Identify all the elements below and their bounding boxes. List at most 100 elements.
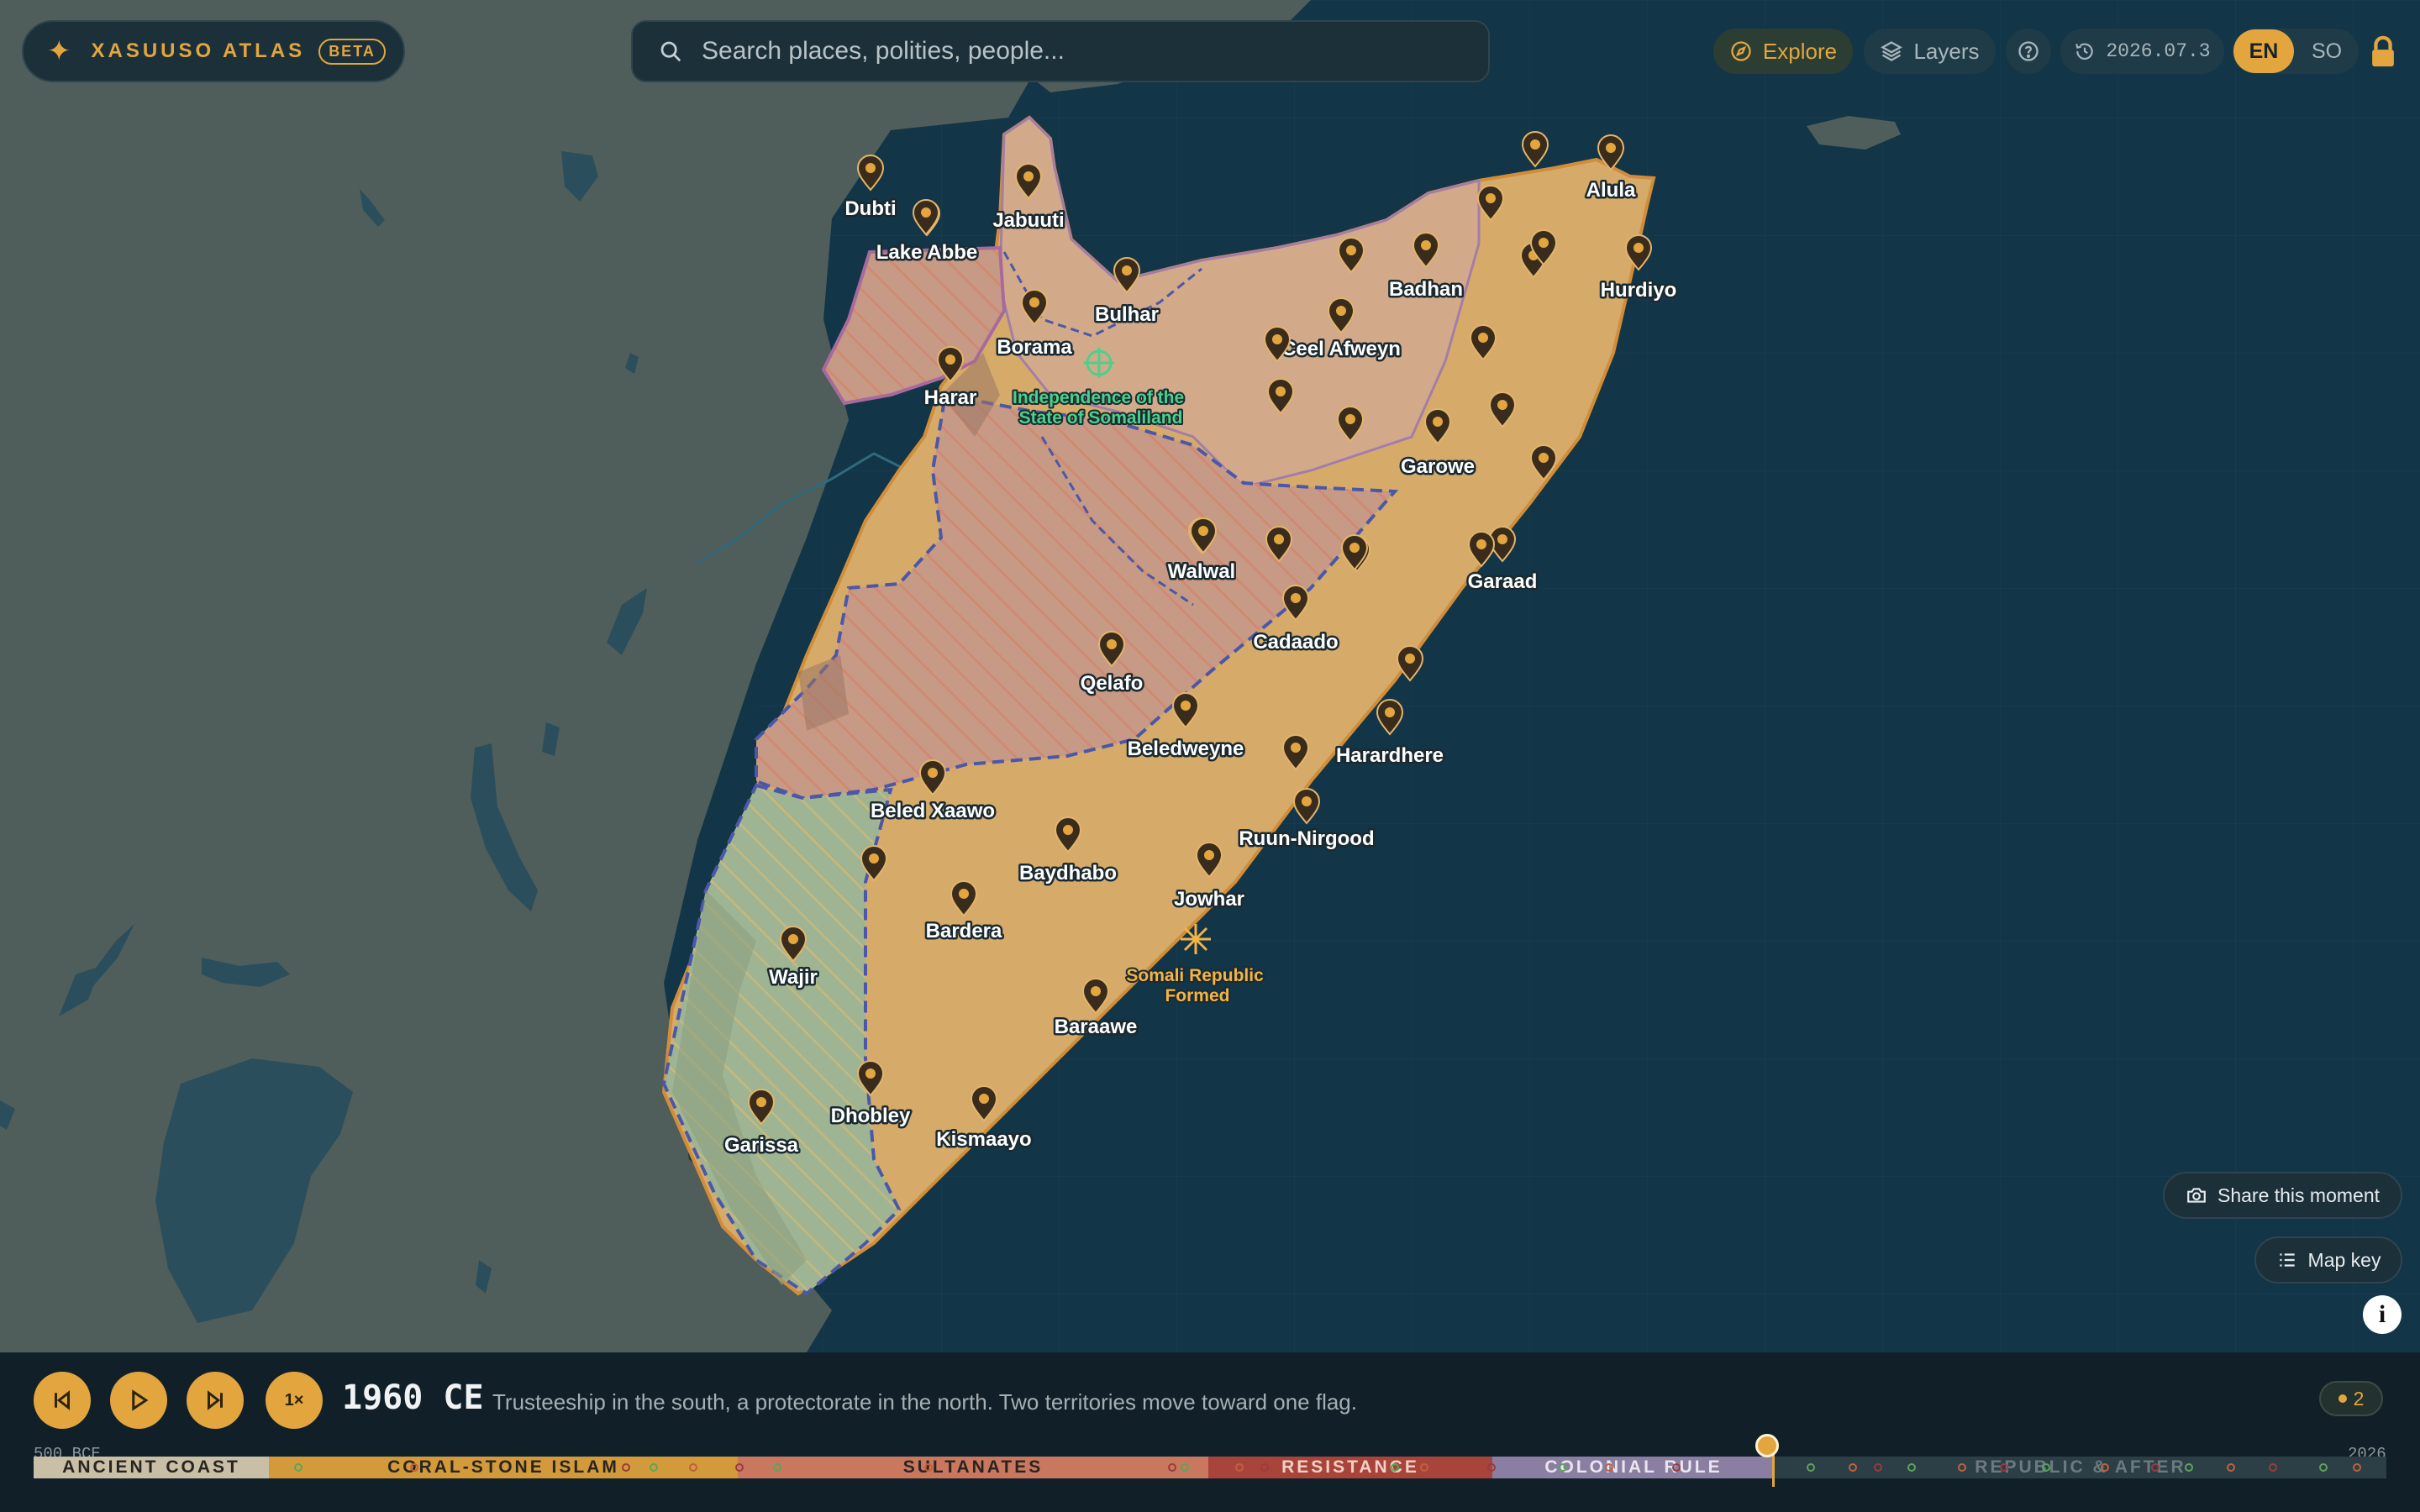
version-button[interactable]: 2026.07.3 — [2060, 29, 2224, 74]
place-label[interactable]: Beledweyne — [1125, 736, 1246, 763]
timeline-event-dot[interactable] — [2319, 1463, 2328, 1472]
place-label[interactable]: Beled Xaawo — [868, 798, 997, 825]
timeline-event-dot[interactable] — [410, 1463, 418, 1472]
place-label[interactable]: Ceel Afweyn — [1280, 336, 1403, 363]
help-button[interactable] — [2006, 29, 2051, 74]
timeline-event-dot[interactable] — [924, 1463, 933, 1472]
place-label[interactable]: Lake Abbe — [874, 239, 979, 266]
timeline-playhead[interactable] — [1755, 1434, 1779, 1457]
map-key-button[interactable]: Map key — [2254, 1236, 2402, 1284]
speed-button[interactable]: 1× — [266, 1372, 323, 1429]
timeline-era-segment[interactable]: REPUBLIC & AFTER — [1775, 1457, 2386, 1478]
compass-icon — [1731, 41, 1751, 61]
timeline-event-dot[interactable] — [735, 1463, 744, 1472]
timeline-event-dot[interactable] — [1235, 1463, 1244, 1472]
app-name: XASUUSO ATLAS — [91, 39, 306, 62]
search-bar[interactable] — [631, 20, 1490, 82]
timeline-event-dot[interactable] — [650, 1463, 658, 1472]
timeline-event-dot[interactable] — [1487, 1463, 1496, 1472]
timeline-event-dot[interactable] — [1907, 1463, 1916, 1472]
timeline-era-segment[interactable]: SULTANATES — [738, 1457, 1208, 1478]
place-label[interactable]: Dubti — [843, 196, 898, 223]
place-label[interactable]: Cadaado — [1251, 629, 1340, 656]
timeline-event-dot[interactable] — [1420, 1463, 1428, 1472]
event-label-somaliland: Independence of the State of Somaliland — [1013, 388, 1189, 428]
place-label[interactable]: Garissa — [722, 1132, 801, 1159]
place-label[interactable]: Borama — [995, 334, 1075, 361]
historical-map[interactable]: Independence of the State of Somaliland … — [0, 0, 2420, 1352]
timeline-event-dot[interactable] — [1260, 1463, 1269, 1472]
place-label[interactable]: Bardera — [923, 918, 1004, 945]
place-label[interactable]: Jabuuti — [991, 207, 1066, 234]
place-label[interactable]: Ruun-Nirgood — [1237, 826, 1376, 853]
timeline-event-dot[interactable] — [2185, 1463, 2193, 1472]
language-so-button[interactable]: SO — [2301, 29, 2353, 73]
timeline-event-dot[interactable] — [2101, 1463, 2109, 1472]
timeline-era-segment[interactable]: CORAL-STONE ISLAM — [269, 1457, 738, 1478]
timeline-event-dot[interactable] — [2151, 1463, 2160, 1472]
timeline-event-dot[interactable] — [1874, 1463, 1882, 1472]
place-label[interactable]: Harardhere — [1334, 743, 1445, 769]
timeline-event-dot[interactable] — [2000, 1463, 2008, 1472]
layers-button[interactable]: Layers — [1864, 29, 1996, 74]
play-button[interactable] — [110, 1372, 167, 1429]
place-label[interactable]: Jowhar — [1171, 886, 1246, 913]
map-key-label: Map key — [2307, 1248, 2381, 1271]
timeline-panel — [0, 1352, 2420, 1512]
place-label[interactable]: Kismaayo — [934, 1126, 1034, 1153]
timeline-event-dot[interactable] — [689, 1463, 697, 1472]
place-label[interactable]: Garowe — [1398, 454, 1476, 480]
era-caption: Trusteeship in the south, a protectorate… — [492, 1389, 1357, 1415]
timeline-event-dot[interactable] — [1807, 1463, 1815, 1472]
place-label[interactable]: Walwal — [1165, 559, 1237, 585]
language-en-button[interactable]: EN — [2233, 29, 2294, 73]
skip-back-icon — [55, 1390, 70, 1410]
place-label[interactable]: Hurdiyo — [1598, 277, 1679, 304]
lock-icon[interactable] — [2368, 35, 2398, 69]
timeline-event-dot[interactable] — [1559, 1463, 1567, 1472]
share-button[interactable]: Share this moment — [2163, 1172, 2402, 1219]
place-label[interactable]: Qelafo — [1078, 670, 1145, 697]
layers-icon — [1881, 41, 1903, 61]
events-badge[interactable]: 2 — [2319, 1381, 2383, 1416]
explore-button[interactable]: Explore — [1713, 29, 1853, 74]
timeline-era-segment[interactable]: ANCIENT COAST — [34, 1457, 269, 1478]
place-label[interactable]: Garaad — [1465, 569, 1539, 596]
place-label[interactable]: Dhobley — [829, 1103, 913, 1130]
timeline-event-dot[interactable] — [1391, 1463, 1399, 1472]
brand-badge[interactable]: ✦ XASUUSO ATLAS BETA — [22, 20, 405, 82]
play-icon — [132, 1389, 149, 1411]
timeline-event-dot[interactable] — [1605, 1463, 1613, 1472]
timeline-event-dot[interactable] — [1672, 1463, 1681, 1472]
timeline-event-dot[interactable] — [2269, 1463, 2277, 1472]
timeline-era-segment[interactable]: COLONIAL RULE — [1492, 1457, 1775, 1478]
skip-forward-button[interactable] — [187, 1372, 244, 1429]
place-label[interactable]: Wajir — [767, 964, 820, 991]
question-circle-icon — [2018, 41, 2039, 61]
timeline-event-dot[interactable] — [1849, 1463, 1857, 1472]
timeline-event-dot[interactable] — [1168, 1463, 1176, 1472]
place-label[interactable]: Alula — [1584, 177, 1638, 204]
timeline-era-segment[interactable]: RESISTANCE — [1208, 1457, 1492, 1478]
timeline-event-dot[interactable] — [2042, 1463, 2050, 1472]
timeline-event-dot[interactable] — [294, 1463, 302, 1472]
sparkle-icon: ✦ — [47, 35, 71, 67]
place-label[interactable]: Badhan — [1386, 276, 1465, 303]
timeline-event-dot[interactable] — [2227, 1463, 2235, 1472]
event-marker-republic[interactable] — [1181, 924, 1211, 954]
timeline-event-dot[interactable] — [1958, 1463, 1966, 1472]
camera-icon — [2187, 1188, 2206, 1203]
place-label[interactable]: Baydhabo — [1017, 860, 1118, 887]
place-label[interactable]: Harar — [922, 385, 979, 412]
search-input[interactable] — [702, 37, 1458, 66]
info-button[interactable]: i — [2363, 1295, 2402, 1334]
timeline-event-dot[interactable] — [1181, 1463, 1189, 1472]
timeline-event-dot[interactable] — [773, 1463, 781, 1472]
place-label[interactable]: Bulhar — [1092, 302, 1160, 328]
timeline-event-dot[interactable] — [622, 1463, 630, 1472]
skip-back-button[interactable] — [34, 1372, 91, 1429]
layers-label: Layers — [1913, 38, 1980, 64]
timeline-event-dot[interactable] — [2353, 1463, 2361, 1472]
explore-label: Explore — [1762, 38, 1838, 64]
place-label[interactable]: Baraawe — [1052, 1014, 1139, 1041]
